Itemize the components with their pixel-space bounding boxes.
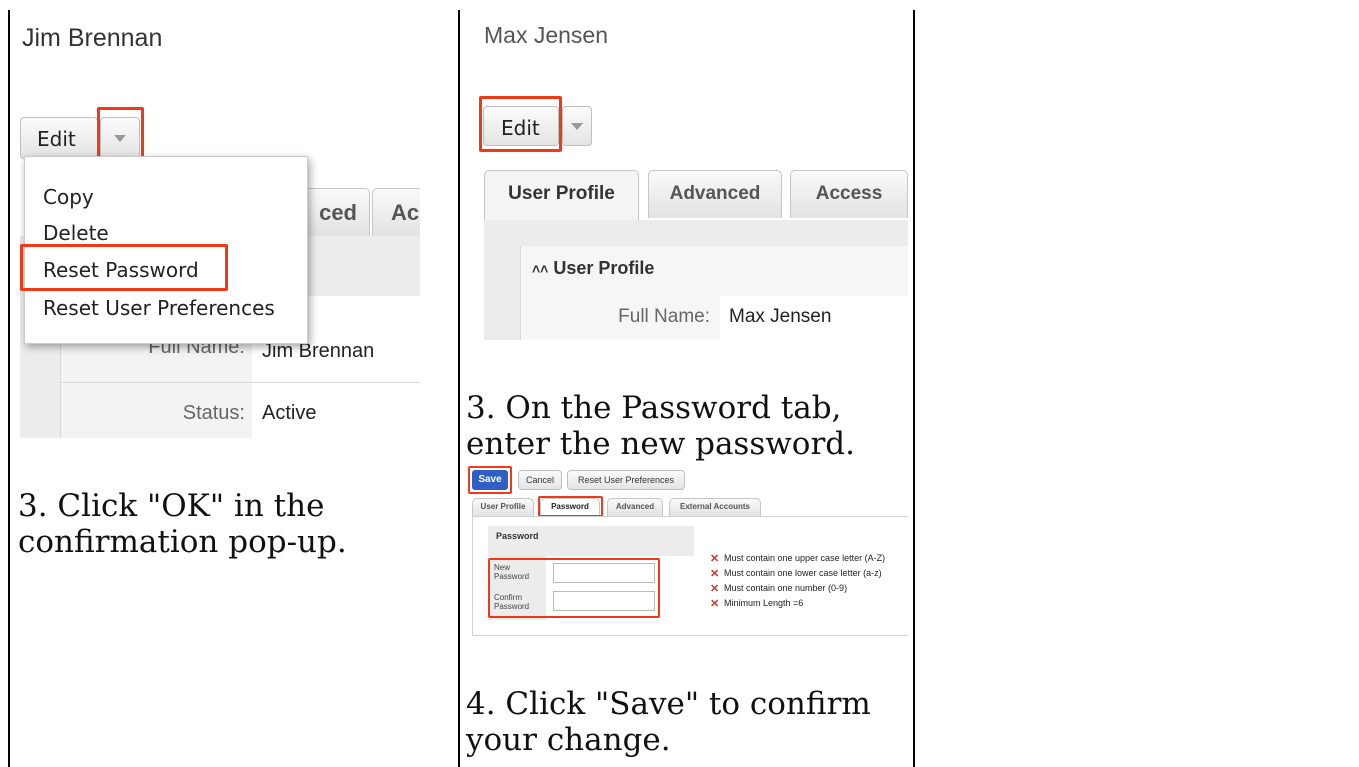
- edit-dropdown-toggle[interactable]: [562, 106, 592, 146]
- status-label: Status:: [182, 402, 245, 424]
- error-x-icon: ✕: [710, 553, 720, 565]
- tab-access-partial[interactable]: Ac: [372, 188, 420, 236]
- highlight-save-button: [468, 466, 512, 494]
- tab-advanced[interactable]: Advanced: [648, 170, 782, 218]
- cancel-button[interactable]: Cancel: [518, 470, 562, 490]
- highlight-password-fields: [488, 558, 660, 618]
- full-name-label: Full Name:: [618, 306, 710, 327]
- step-caption-confirm: 3. Click "OK" in the confirmation pop-up…: [18, 488, 347, 560]
- edit-button[interactable]: Edit: [20, 117, 98, 159]
- section-header[interactable]: ˄˄ User Profile: [532, 258, 654, 279]
- double-chevron-up-icon: ˄˄: [532, 261, 549, 277]
- column-divider-middle: [458, 10, 460, 767]
- password-rule: Must contain one lower case letter (a-z): [724, 568, 882, 578]
- highlight-edit-button: [479, 96, 562, 152]
- middle-screenshot-password: Save Cancel Reset User Preferences User …: [466, 466, 908, 642]
- column-divider-right: [913, 10, 915, 767]
- error-x-icon: ✕: [710, 568, 720, 580]
- highlight-password-tab: [538, 496, 603, 517]
- reset-user-preferences-button[interactable]: Reset User Preferences: [567, 470, 685, 490]
- password-rule: Minimum Length =6: [724, 598, 804, 608]
- tab-access[interactable]: Access: [790, 170, 908, 218]
- chevron-down-icon: [571, 123, 583, 130]
- step-caption-password: 3. On the Password tab, enter the new pa…: [466, 390, 855, 462]
- status-value: Active: [262, 402, 317, 424]
- left-screenshot: Jim Brennan ced Ac Full Name: Jim Brenna…: [20, 10, 420, 438]
- tab-user-profile[interactable]: User Profile: [484, 170, 639, 220]
- middle-screenshot-profile: Max Jensen Edit User Profile Advanced Ac…: [470, 10, 908, 340]
- password-rule: Must contain one upper case letter (A-Z): [724, 553, 886, 563]
- highlight-reset-password: [20, 244, 228, 291]
- menu-item-copy[interactable]: Copy: [43, 185, 94, 209]
- record-title: Jim Brennan: [22, 24, 163, 52]
- menu-item-reset-user-preferences[interactable]: Reset User Preferences: [43, 296, 275, 320]
- row-divider: [60, 382, 420, 383]
- full-name-value: Max Jensen: [729, 306, 832, 327]
- menu-item-delete[interactable]: Delete: [43, 221, 109, 245]
- step-caption-save: 4. Click "Save" to confirm your change.: [466, 686, 871, 758]
- record-title: Max Jensen: [484, 22, 609, 48]
- error-x-icon: ✕: [710, 583, 720, 595]
- column-divider-left: [8, 10, 10, 767]
- error-x-icon: ✕: [710, 598, 720, 610]
- tab-external-accounts[interactable]: External Accounts: [669, 498, 761, 516]
- tab-advanced[interactable]: Advanced: [607, 498, 663, 516]
- password-rule: Must contain one number (0-9): [724, 583, 848, 593]
- tab-user-profile[interactable]: User Profile: [472, 498, 534, 516]
- password-header: Password: [496, 531, 539, 541]
